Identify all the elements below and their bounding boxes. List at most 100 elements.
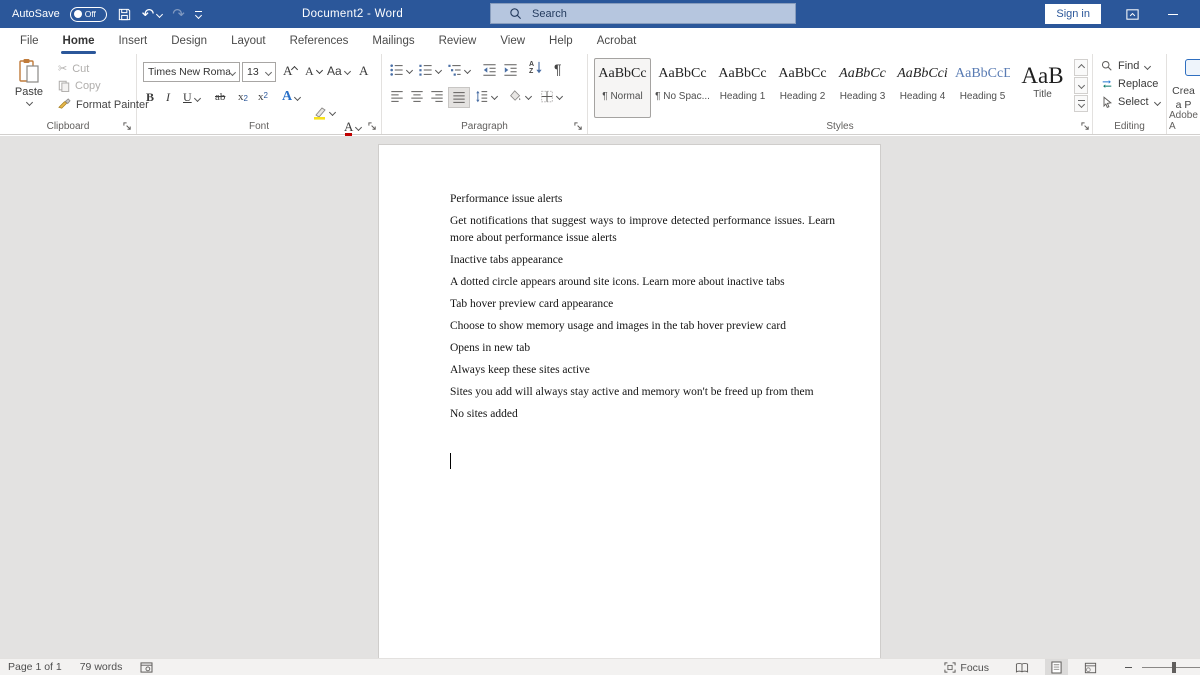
ribbon-tab[interactable]: Help (537, 28, 585, 54)
style-card[interactable]: AaBbCc Heading 1 (714, 58, 771, 118)
styles-gallery-more-button[interactable] (1074, 95, 1088, 112)
style-card[interactable]: AaB Title (1014, 58, 1071, 118)
font-size-value: 13 (247, 66, 259, 78)
justify-button[interactable] (448, 87, 470, 108)
increase-indent-icon (503, 63, 518, 77)
dialog-launcher-icon (123, 122, 132, 131)
style-card[interactable]: AaBbCc Heading 3 (834, 58, 891, 118)
line-spacing-button[interactable] (474, 90, 497, 103)
minimize-button[interactable] (1168, 14, 1178, 15)
print-layout-button[interactable] (1045, 659, 1068, 675)
style-card[interactable]: AaBbCc ¶ Normal (594, 58, 651, 118)
show-hide-marks-button[interactable]: ¶ (554, 61, 562, 77)
word-count-status[interactable]: 79 words (80, 661, 123, 673)
strikethrough-button[interactable]: ab (215, 91, 225, 103)
font-dialog-launcher[interactable] (368, 122, 377, 131)
font-size-combobox[interactable]: 13 (242, 62, 276, 82)
find-button[interactable]: Find (1101, 60, 1150, 72)
document-text[interactable]: Performance issue alerts Get notification… (450, 191, 835, 428)
customize-quick-access-button[interactable] (195, 11, 202, 18)
styles-scroll-down-button[interactable] (1074, 77, 1088, 94)
ribbon-display-options-button[interactable] (1125, 7, 1140, 22)
ribbon-tab[interactable]: Design (159, 28, 219, 54)
paragraph[interactable]: Tab hover preview card appearance (450, 296, 835, 313)
change-case-button[interactable]: Aa (327, 64, 350, 78)
styles-scroll-up-button[interactable] (1074, 59, 1088, 76)
subscript-button[interactable]: x2 (238, 91, 248, 103)
page-number-status[interactable]: Page 1 of 1 (8, 661, 62, 673)
paste-button[interactable]: Paste (6, 58, 52, 122)
format-painter-button[interactable]: Format Painter (58, 98, 149, 111)
styles-dialog-launcher[interactable] (1081, 122, 1090, 131)
align-left-button[interactable] (390, 90, 404, 103)
zoom-out-button[interactable] (1125, 667, 1132, 668)
borders-button[interactable] (540, 90, 562, 103)
ribbon-tab[interactable]: Insert (106, 28, 159, 54)
ribbon-tab[interactable]: View (488, 28, 537, 54)
sort-button[interactable]: A Z (529, 61, 543, 75)
ribbon-tab[interactable]: Mailings (360, 28, 426, 54)
paragraph[interactable]: Opens in new tab (450, 340, 835, 357)
chevron-down-icon (491, 93, 498, 100)
paragraph[interactable]: A dotted circle appears around site icon… (450, 274, 835, 291)
ribbon-tab[interactable]: Review (427, 28, 489, 54)
macro-record-button[interactable] (140, 662, 153, 673)
paragraph[interactable]: Inactive tabs appearance (450, 252, 835, 269)
ribbon-tab[interactable]: References (278, 28, 361, 54)
paragraph-dialog-launcher[interactable] (574, 122, 583, 131)
ribbon-tab[interactable]: File (8, 28, 51, 54)
align-right-icon (430, 90, 444, 103)
paragraph[interactable]: Get notifications that suggest ways to i… (450, 213, 835, 247)
undo-button[interactable]: ↶ (142, 7, 163, 22)
focus-mode-button[interactable]: Focus (944, 662, 989, 674)
zoom-slider[interactable] (1142, 667, 1200, 668)
read-mode-button[interactable] (1009, 659, 1035, 675)
italic-button[interactable]: I (166, 90, 170, 105)
decrease-indent-button[interactable] (482, 63, 497, 77)
create-pdf-label-line1[interactable]: Crea (1167, 85, 1200, 97)
shrink-font-button[interactable]: A (305, 64, 322, 79)
paragraph[interactable]: Always keep these sites active (450, 362, 835, 379)
save-button[interactable] (117, 7, 132, 22)
autosave-toggle[interactable]: Off (70, 7, 107, 22)
style-card[interactable]: AaBbCc ¶ No Spac... (654, 58, 711, 118)
style-card[interactable]: AaBbCc Heading 2 (774, 58, 831, 118)
align-center-button[interactable] (410, 90, 424, 103)
document-title: Document2 - Word (302, 0, 403, 28)
sign-in-button[interactable]: Sign in (1045, 4, 1101, 24)
paragraph[interactable]: Performance issue alerts (450, 191, 835, 208)
redo-icon: ↷ (172, 7, 185, 22)
copy-label: Copy (75, 80, 101, 92)
zoom-slider-handle[interactable] (1172, 662, 1176, 673)
document-canvas[interactable]: Performance issue alerts Get notification… (0, 136, 1200, 658)
bullets-button[interactable] (389, 63, 412, 77)
font-name-combobox[interactable]: Times New Romar (143, 62, 240, 82)
document-page[interactable]: Performance issue alerts Get notification… (378, 144, 881, 658)
clipboard-group: Paste ✂ Cut Copy Format Painter Clipboar… (0, 54, 137, 134)
paragraph[interactable]: No sites added (450, 406, 835, 423)
style-card[interactable]: AaBbCcD Heading 5 (954, 58, 1011, 118)
multilevel-list-button[interactable] (447, 63, 470, 77)
ribbon-tab[interactable]: Home (51, 28, 107, 54)
multilevel-list-icon (447, 63, 462, 77)
numbering-button[interactable] (418, 63, 441, 77)
text-effects-button[interactable]: A (282, 89, 300, 105)
superscript-button[interactable]: x2 (258, 91, 268, 103)
align-right-button[interactable] (430, 90, 444, 103)
paragraph[interactable]: Sites you add will always stay active an… (450, 384, 835, 401)
clipboard-dialog-launcher[interactable] (123, 122, 132, 131)
web-layout-button[interactable] (1078, 659, 1103, 675)
style-card[interactable]: AaBbCci Heading 4 (894, 58, 951, 118)
create-pdf-icon[interactable] (1185, 59, 1200, 76)
replace-button[interactable]: Replace (1101, 78, 1158, 90)
bold-button[interactable]: B (146, 90, 154, 105)
paragraph[interactable]: Choose to show memory usage and images i… (450, 318, 835, 335)
search-input[interactable]: Search (490, 3, 796, 24)
select-button[interactable]: Select (1101, 96, 1160, 108)
ribbon-tab[interactable]: Layout (219, 28, 278, 54)
shading-button[interactable] (508, 90, 531, 103)
underline-button[interactable]: U (183, 90, 200, 105)
increase-indent-button[interactable] (503, 63, 518, 77)
ribbon-tab[interactable]: Acrobat (585, 28, 649, 54)
grow-font-button[interactable]: A (283, 63, 297, 79)
